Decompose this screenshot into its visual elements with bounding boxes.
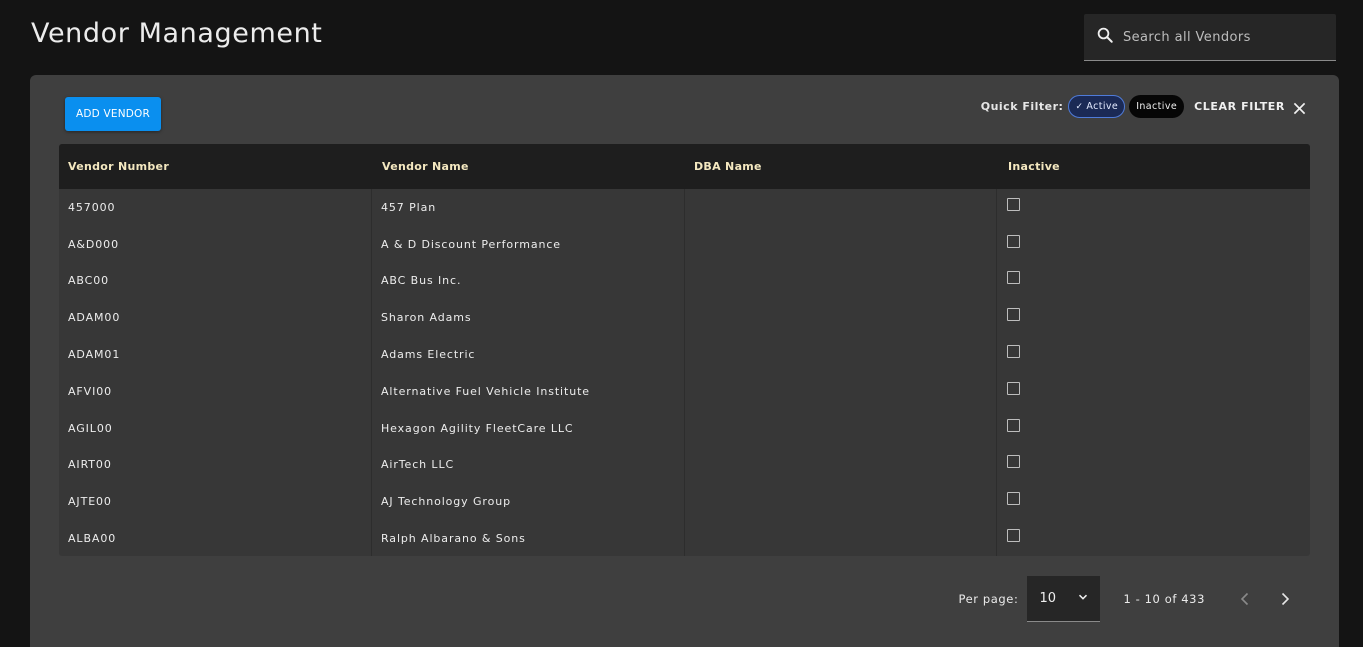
table-row[interactable]: ABC00 ABC Bus Inc. bbox=[59, 262, 1310, 300]
add-vendor-button[interactable]: ADD VENDOR bbox=[65, 97, 161, 131]
filter-chip-inactive[interactable]: Inactive bbox=[1129, 95, 1185, 118]
clear-filter-button[interactable]: CLEAR FILTER bbox=[1194, 100, 1285, 113]
dba-name-cell bbox=[684, 299, 996, 337]
column-header-vendor-name[interactable]: Vendor Name bbox=[371, 160, 684, 173]
table-row[interactable]: A&D000 A & D Discount Performance bbox=[59, 225, 1310, 263]
dba-name-cell bbox=[684, 336, 996, 373]
inactive-cell bbox=[996, 336, 1310, 373]
page-title: Vendor Management bbox=[31, 18, 323, 49]
inactive-cell bbox=[996, 520, 1310, 556]
table-row[interactable]: AGIL00 Hexagon Agility FleetCare LLC bbox=[59, 409, 1310, 447]
inactive-cell bbox=[996, 372, 1310, 410]
table-row[interactable]: ADAM00 Sharon Adams bbox=[59, 299, 1310, 337]
inactive-cell bbox=[996, 483, 1310, 521]
inactive-checkbox[interactable] bbox=[1007, 308, 1020, 322]
check-icon: ✓ bbox=[1075, 101, 1084, 112]
quick-filter: Quick Filter: ✓ Active Inactive CLEAR FI… bbox=[981, 95, 1306, 118]
chevron-right-icon bbox=[1281, 592, 1290, 606]
close-icon[interactable] bbox=[1293, 100, 1306, 115]
chip-label: Inactive bbox=[1136, 101, 1178, 112]
dba-name-cell bbox=[684, 483, 996, 521]
column-header-dba-name[interactable]: DBA Name bbox=[684, 160, 996, 173]
dba-name-cell bbox=[684, 409, 996, 447]
dba-name-cell bbox=[684, 520, 996, 556]
vendor-number-cell: AGIL00 bbox=[68, 421, 113, 435]
table-row[interactable]: AFVI00 Alternative Fuel Vehicle Institut… bbox=[59, 372, 1310, 410]
inactive-cell bbox=[996, 299, 1310, 337]
table-header: Vendor Number Vendor Name DBA Name Inact… bbox=[59, 144, 1310, 189]
column-header-vendor-number[interactable]: Vendor Number bbox=[59, 160, 371, 173]
vendor-name-cell: ABC Bus Inc. bbox=[371, 262, 684, 300]
inactive-checkbox[interactable] bbox=[1007, 529, 1020, 543]
page-range: 1 - 10 of 433 bbox=[1123, 592, 1205, 606]
vendor-panel: ADD VENDOR Quick Filter: ✓ Active Inacti… bbox=[30, 75, 1339, 647]
inactive-checkbox[interactable] bbox=[1007, 455, 1020, 469]
vendor-number-cell: ADAM01 bbox=[68, 348, 121, 362]
vendor-number-cell: AJTE00 bbox=[68, 495, 112, 509]
search-icon bbox=[1096, 26, 1114, 48]
dba-name-cell bbox=[684, 262, 996, 300]
inactive-checkbox[interactable] bbox=[1007, 492, 1020, 506]
vendor-name-cell: 457 Plan bbox=[371, 189, 684, 226]
vendor-name-cell: Adams Electric bbox=[371, 336, 684, 373]
vendor-number-cell: AFVI00 bbox=[68, 384, 113, 398]
inactive-checkbox[interactable] bbox=[1007, 418, 1020, 432]
vendor-name-cell: Ralph Albarano & Sons bbox=[371, 520, 684, 556]
vendor-number-cell: 457000 bbox=[68, 200, 116, 214]
per-page-value: 10 bbox=[1039, 591, 1056, 606]
search-box[interactable] bbox=[1084, 14, 1336, 61]
per-page-label: Per page: bbox=[958, 592, 1019, 606]
table-body: 457000 457 Plan A&D000 A & D Discount Pe… bbox=[59, 189, 1310, 556]
inactive-cell bbox=[996, 262, 1310, 300]
vendor-number-cell: AIRT00 bbox=[68, 458, 112, 472]
vendor-number-cell: ADAM00 bbox=[68, 311, 121, 325]
inactive-cell bbox=[996, 409, 1310, 447]
vendor-name-cell: Alternative Fuel Vehicle Institute bbox=[371, 372, 684, 410]
table-row[interactable]: ADAM01 Adams Electric bbox=[59, 336, 1310, 373]
vendor-name-cell: A & D Discount Performance bbox=[371, 225, 684, 263]
chip-label: Active bbox=[1086, 101, 1119, 112]
quick-filter-label: Quick Filter: bbox=[980, 100, 1064, 113]
vendor-name-cell: Hexagon Agility FleetCare LLC bbox=[371, 409, 684, 447]
inactive-checkbox[interactable] bbox=[1007, 345, 1020, 359]
inactive-cell bbox=[996, 446, 1310, 484]
inactive-cell bbox=[996, 225, 1310, 263]
table-row[interactable]: AJTE00 AJ Technology Group bbox=[59, 483, 1310, 521]
dba-name-cell bbox=[684, 446, 996, 484]
chevron-down-icon bbox=[1078, 591, 1088, 606]
vendor-name-cell: Sharon Adams bbox=[371, 299, 684, 337]
inactive-checkbox[interactable] bbox=[1007, 271, 1020, 285]
vendor-number-cell: ALBA00 bbox=[68, 532, 117, 546]
next-page-button[interactable] bbox=[1275, 589, 1295, 609]
vendor-number-cell: ABC00 bbox=[68, 274, 110, 288]
per-page-select[interactable]: 10 bbox=[1027, 576, 1101, 622]
inactive-checkbox[interactable] bbox=[1007, 234, 1020, 248]
filter-chip-active[interactable]: ✓ Active bbox=[1068, 95, 1126, 118]
vendor-name-cell: AirTech LLC bbox=[371, 446, 684, 484]
table-row[interactable]: 457000 457 Plan bbox=[59, 189, 1310, 226]
inactive-checkbox[interactable] bbox=[1007, 381, 1020, 395]
search-input[interactable] bbox=[1123, 29, 1323, 45]
dba-name-cell bbox=[684, 372, 996, 410]
dba-name-cell bbox=[684, 189, 996, 226]
table-row[interactable]: AIRT00 AirTech LLC bbox=[59, 446, 1310, 484]
inactive-checkbox[interactable] bbox=[1007, 197, 1020, 211]
vendor-table: Vendor Number Vendor Name DBA Name Inact… bbox=[59, 144, 1310, 556]
pagination: Per page: 10 1 - 10 of 433 bbox=[958, 576, 1295, 622]
column-header-inactive[interactable]: Inactive bbox=[996, 160, 1310, 173]
chevron-left-icon bbox=[1240, 592, 1249, 606]
prev-page-button[interactable] bbox=[1235, 589, 1255, 609]
inactive-cell bbox=[996, 189, 1310, 226]
vendor-number-cell: A&D000 bbox=[68, 237, 119, 251]
dba-name-cell bbox=[684, 225, 996, 263]
table-row[interactable]: ALBA00 Ralph Albarano & Sons bbox=[59, 520, 1310, 556]
vendor-name-cell: AJ Technology Group bbox=[371, 483, 684, 521]
